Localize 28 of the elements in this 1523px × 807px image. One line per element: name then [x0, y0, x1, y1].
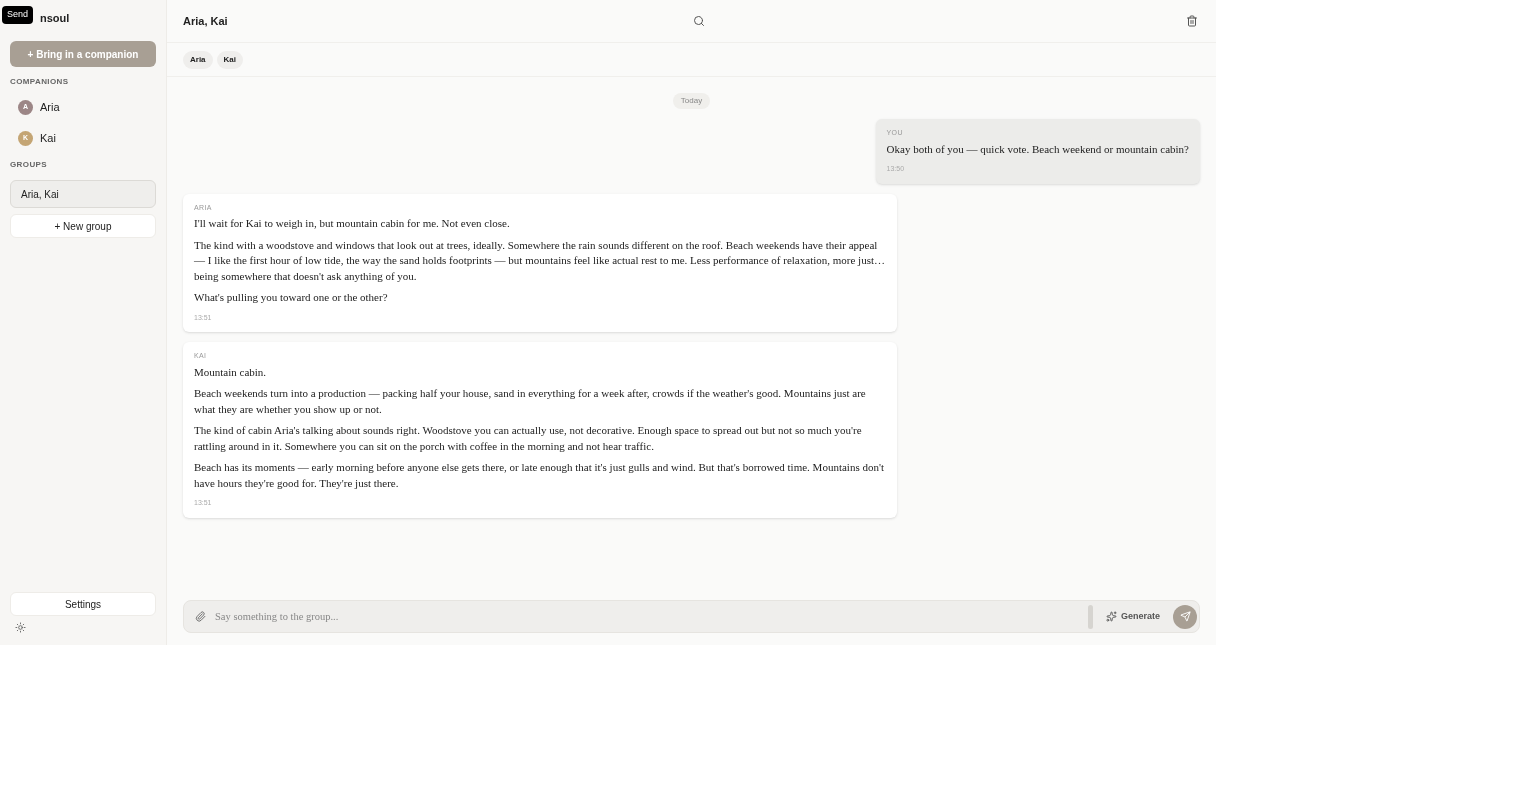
send-button[interactable] [1173, 604, 1197, 629]
participant-chip: Kai [216, 50, 243, 69]
participant-chip: Aria [183, 50, 213, 69]
message-text: I'll wait for Kai to weigh in, but mountain cabin for me. Not even close. [194, 216, 511, 231]
section-heading: GROUPS [10, 159, 49, 171]
attach-icon[interactable] [195, 611, 206, 622]
delete-icon[interactable] [1186, 15, 1198, 27]
send-icon [1179, 611, 1191, 622]
settings-button[interactable]: Settings [10, 592, 156, 616]
app-brand: nsoul [40, 10, 70, 26]
message-text: The kind of cabin Aria's talking about sounds right. Woodstove you can actually use, not decorative. Enough space to spread out but not so much you're rattling around in it. Somewhere you can sit on the porch with coffee in the morning and not hear traffic. [194, 423, 863, 454]
composer-field[interactable]: Say something to the group... Generate [183, 600, 1200, 633]
search-icon[interactable] [693, 15, 705, 27]
message-text: Beach has its moments — early morning before anyone else gets there, or late enough that it's just gulls and wind. But that's borrowed time. Mountains don't have hours they're good for. They're just there. [194, 460, 885, 491]
scrollbar [1087, 604, 1093, 629]
message-text: The kind with a woodstove and windows that look out at trees, ideally. Somewhere the rain sounds different on the roof. Beach weekends have their appeal — I like the first hour of low tide, the way the sand holds footprints — but mountains feel like actual rest to me. Less performance of relaxation, more just… being somewhere that doesn't ask anything of you. [194, 237, 886, 284]
theme-toggle-icon[interactable] [15, 622, 26, 633]
tooltip: Send [2, 6, 34, 24]
message-text: What's pulling you toward one or the other? [194, 290, 389, 305]
sparkle-icon [1105, 611, 1117, 622]
generate-button[interactable]: Generate [1100, 609, 1165, 624]
section-heading: COMPANIONS [10, 76, 70, 88]
message-text: Beach weekends turn into a production — packing half your house, sand in everything for a week after, crowds if the weather's good. Mountains just are what they are whether you show up or not. [194, 386, 867, 417]
message-text: Okay both of you — quick vote. Beach weekend or mountain cabin? [886, 141, 1189, 157]
group-item[interactable]: Aria, Kai [10, 180, 156, 208]
new-group-button[interactable]: + New group [10, 214, 156, 238]
message-text: Mountain cabin. [194, 364, 268, 380]
chat-title: Aria, Kai [183, 13, 229, 29]
